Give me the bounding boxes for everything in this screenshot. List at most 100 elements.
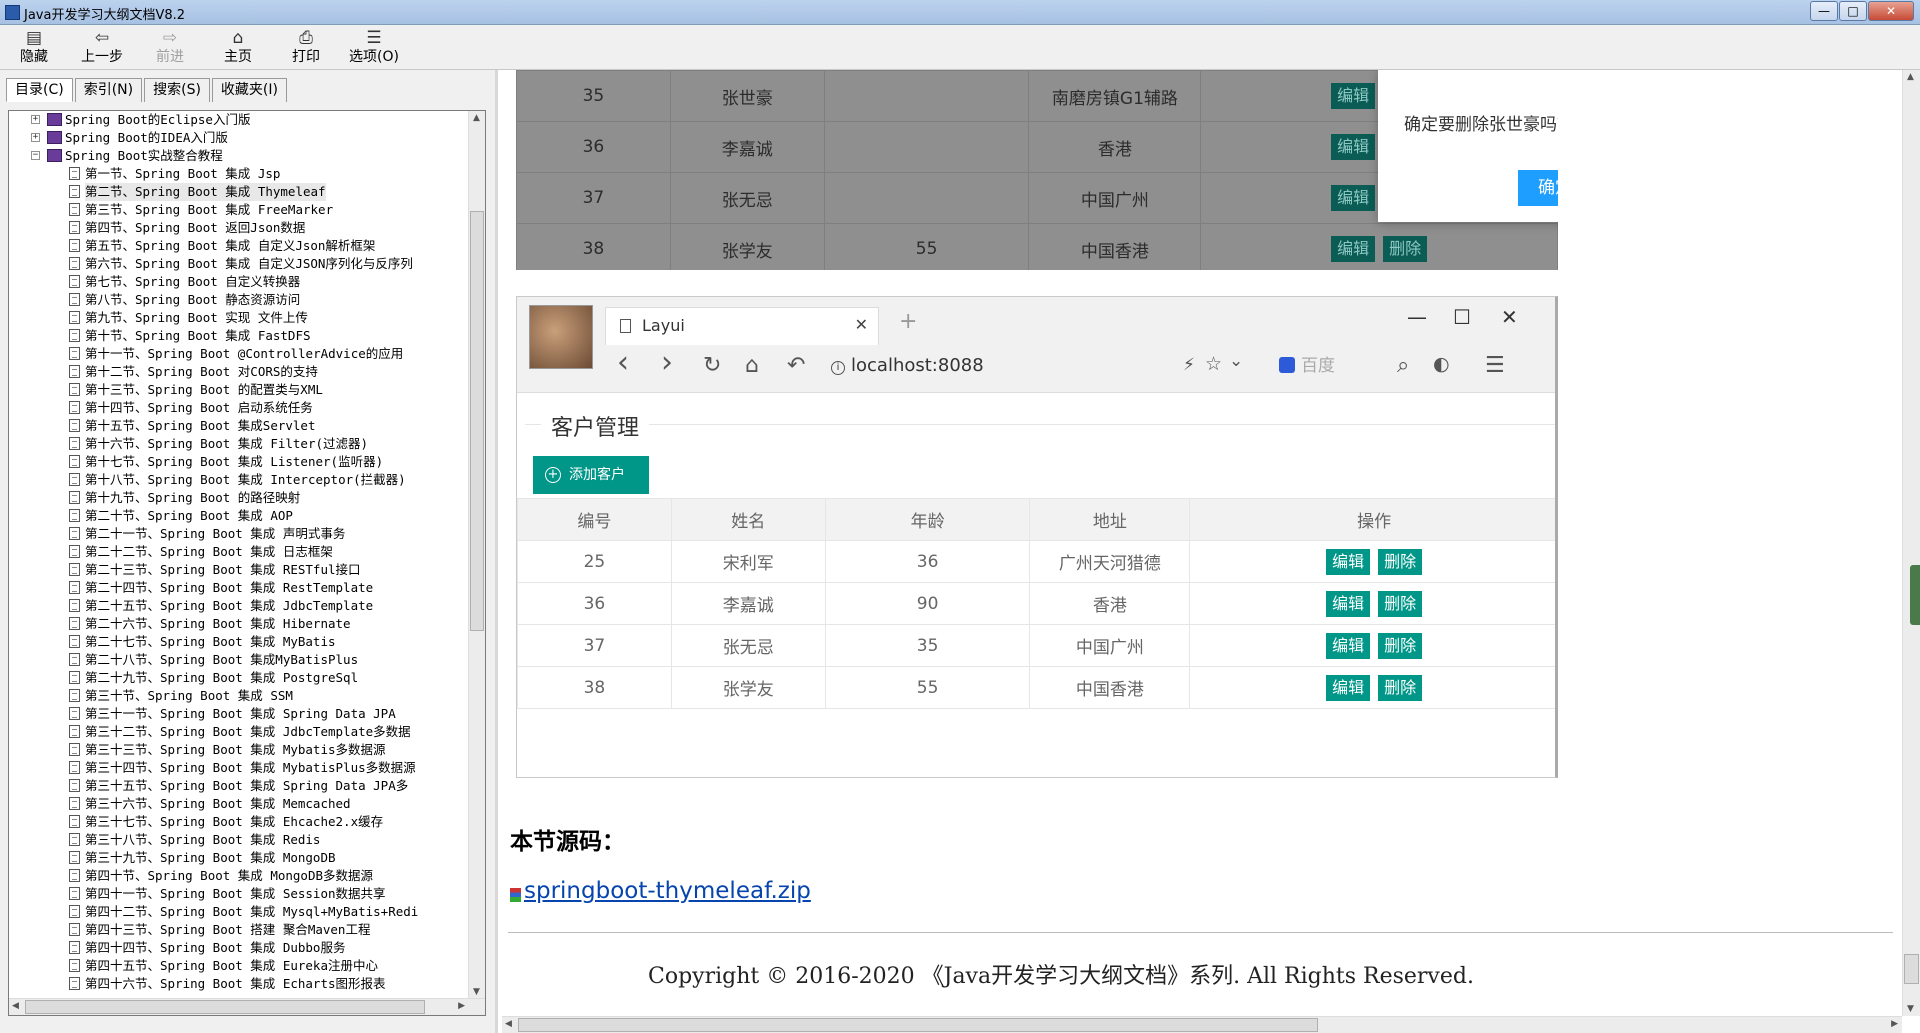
delete-button[interactable]: 删除 [1378,632,1423,659]
tree-book-item[interactable]: + Spring Boot的IDEA入门版 [9,129,469,147]
content-vertical-scrollbar[interactable]: ▲ ▼ [1902,70,1920,1016]
nav-tab-3[interactable]: 收藏夹(I) [211,78,287,102]
browser-tab[interactable]: Layui ✕ [605,307,879,345]
new-tab-icon[interactable]: + [899,309,917,334]
menu-icon[interactable]: ☰ [1485,353,1505,378]
globe-icon[interactable]: ◐ [1433,353,1450,375]
tree-page-item[interactable]: 第二十九节、Spring Boot 集成 PostgreSql [9,669,469,687]
content-scroll-left-icon[interactable]: ◀ [505,1019,512,1029]
delete-button[interactable]: 删除 [1378,590,1423,617]
browser-close-icon[interactable]: ✕ [1501,305,1518,329]
edit-button[interactable]: 编辑 [1326,674,1371,701]
tree-page-item[interactable]: 第三十二节、Spring Boot 集成 JdbcTemplate多数据 [9,723,469,741]
tree-page-item[interactable]: 第十二节、Spring Boot 对CORS的支持 [9,363,469,381]
expand-icon[interactable]: + [31,115,40,124]
tree-page-item[interactable]: 第二十一节、Spring Boot 集成 声明式事务 [9,525,469,543]
tree-page-item[interactable]: 第十节、Spring Boot 集成 FastDFS [9,327,469,345]
tree-horizontal-scrollbar[interactable]: ◀ ▶ [9,998,485,1015]
scroll-up-arrow-icon[interactable]: ▲ [473,113,480,123]
tree-page-item[interactable]: 第九节、Spring Boot 实现 文件上传 [9,309,469,327]
toolbar-button-4[interactable]: ⎙ 打印 [272,25,340,70]
lightning-icon[interactable]: ⚡ [1183,355,1195,375]
tree-page-item[interactable]: 第三十九节、Spring Boot 集成 MongoDB [9,849,469,867]
scroll-left-arrow-icon[interactable]: ◀ [12,1001,19,1011]
tree-page-item[interactable]: 第一节、Spring Boot 集成 Jsp [9,165,469,183]
search-icon[interactable]: ⌕ [1397,353,1409,378]
tab-close-icon[interactable]: ✕ [855,315,868,334]
tree-page-item[interactable]: 第二十节、Spring Boot 集成 AOP [9,507,469,525]
tree-page-item[interactable]: 第十八节、Spring Boot 集成 Interceptor(拦截器) [9,471,469,489]
content-horizontal-scrollbar[interactable]: ◀ ▶ [502,1016,1902,1033]
content-horizontal-scroll-thumb[interactable] [518,1018,1318,1032]
avatar[interactable] [529,305,593,369]
scroll-right-arrow-icon[interactable]: ▶ [458,1001,465,1011]
tree-page-item[interactable]: 第二十五节、Spring Boot 集成 JdbcTemplate [9,597,469,615]
tree-page-item[interactable]: 第四十一节、Spring Boot 集成 Session数据共享 [9,885,469,903]
edit-button[interactable]: 编辑 [1331,236,1376,262]
tree-page-item[interactable]: 第十九节、Spring Boot 的路径映射 [9,489,469,507]
delete-button[interactable]: 删除 [1378,674,1423,701]
minimize-button[interactable]: — [1810,1,1838,21]
add-customer-button[interactable]: + 添加客户 [533,456,649,494]
tree-page-item[interactable]: 第二十六节、Spring Boot 集成 Hibernate [9,615,469,633]
tree-page-item[interactable]: 第十四节、Spring Boot 启动系统任务 [9,399,469,417]
tree-book-item[interactable]: − Spring Boot实战整合教程 [9,147,469,165]
confirm-ok-button[interactable]: 确定 [1518,170,1558,206]
scroll-down-arrow-icon[interactable]: ▼ [473,987,480,997]
browser-minimize-icon[interactable]: — [1407,305,1427,329]
nav-tab-0[interactable]: 目录(C) [6,78,73,102]
content-vertical-scroll-thumb[interactable] [1904,954,1919,984]
tree-page-item[interactable]: 第二十七节、Spring Boot 集成 MyBatis [9,633,469,651]
tree-horizontal-scroll-thumb[interactable] [25,1000,425,1014]
tree-page-item[interactable]: 第十六节、Spring Boot 集成 Filter(过滤器) [9,435,469,453]
edit-button[interactable]: 编辑 [1326,632,1371,659]
tree-page-item[interactable]: 第三十八节、Spring Boot 集成 Redis [9,831,469,849]
delete-button[interactable]: 删除 [1383,236,1428,262]
tree-page-item[interactable]: 第二十八节、Spring Boot 集成MyBatisPlus [9,651,469,669]
toolbar-button-1[interactable]: ⇦ 上一步 [68,25,136,70]
tree-page-item[interactable]: 第四节、Spring Boot 返回Json数据 [9,219,469,237]
tree-page-item[interactable]: 第八节、Spring Boot 静态资源访问 [9,291,469,309]
back-arrow-icon[interactable]: ‹ [617,345,629,380]
tree-page-item[interactable]: 第十五节、Spring Boot 集成Servlet [9,417,469,435]
tree-page-item[interactable]: 第四十二节、Spring Boot 集成 Mysql+MyBatis+Redi [9,903,469,921]
forward-arrow-icon[interactable]: › [661,345,673,380]
edit-button[interactable]: 编辑 [1331,83,1376,109]
tree-page-item[interactable]: 第三十五节、Spring Boot 集成 Spring Data JPA多 [9,777,469,795]
tree-page-item[interactable]: 第二十二节、Spring Boot 集成 日志框架 [9,543,469,561]
delete-button[interactable]: 删除 [1378,548,1423,575]
tree-page-item[interactable]: 第十七节、Spring Boot 集成 Listener(监听器) [9,453,469,471]
toolbar-button-5[interactable]: ☰ 选项(O) [340,25,408,70]
tree-page-item[interactable]: 第四十节、Spring Boot 集成 MongoDB多数据源 [9,867,469,885]
tree-page-item[interactable]: 第三十三节、Spring Boot 集成 Mybatis多数据源 [9,741,469,759]
tree-page-item[interactable]: 第四十五节、Spring Boot 集成 Eureka注册中心 [9,957,469,975]
nav-tab-2[interactable]: 搜索(S) [144,78,210,102]
undo-icon[interactable]: ↶ [787,353,805,378]
tree-page-item[interactable]: 第三十节、Spring Boot 集成 SSM [9,687,469,705]
tree-page-item[interactable]: 第二节、Spring Boot 集成 Thymeleaf [9,183,469,201]
tree-page-item[interactable]: 第二十三节、Spring Boot 集成 RESTful接口 [9,561,469,579]
toolbar-button-0[interactable]: ▤ 隐藏 [0,25,68,70]
collapse-icon[interactable]: − [31,151,40,160]
dropdown-chevron-icon[interactable]: ⌄ [1229,351,1243,371]
toolbar-button-3[interactable]: ⌂ 主页 [204,25,272,70]
star-icon[interactable]: ☆ [1205,353,1222,375]
expand-icon[interactable]: + [31,133,40,142]
tree-page-item[interactable]: 第三节、Spring Boot 集成 FreeMarker [9,201,469,219]
tree-page-item[interactable]: 第七节、Spring Boot 自定义转换器 [9,273,469,291]
browser-maximize-icon[interactable]: ☐ [1453,305,1471,329]
tree-page-item[interactable]: 第三十七节、Spring Boot 集成 Ehcache2.x缓存 [9,813,469,831]
content-scroll-down-icon[interactable]: ▼ [1907,1004,1914,1014]
tree-page-item[interactable]: 第五节、Spring Boot 集成 自定义Json解析框架 [9,237,469,255]
nav-tab-1[interactable]: 索引(N) [74,78,143,102]
tree-page-item[interactable]: 第四十四节、Spring Boot 集成 Dubbo服务 [9,939,469,957]
edit-button[interactable]: 编辑 [1326,548,1371,575]
toolbar-button-2[interactable]: ⇨ 前进 [136,25,204,70]
maximize-button[interactable]: □ [1839,1,1867,21]
tree-page-item[interactable]: 第十三节、Spring Boot 的配置类与XML [9,381,469,399]
side-handle[interactable] [1910,565,1920,625]
tree-page-item[interactable]: 第二十四节、Spring Boot 集成 RestTemplate [9,579,469,597]
edit-button[interactable]: 编辑 [1326,590,1371,617]
tree-page-item[interactable]: 第四十六节、Spring Boot 集成 Echarts图形报表 [9,975,469,993]
source-download-link[interactable]: springboot-thymeleaf.zip [524,878,811,904]
